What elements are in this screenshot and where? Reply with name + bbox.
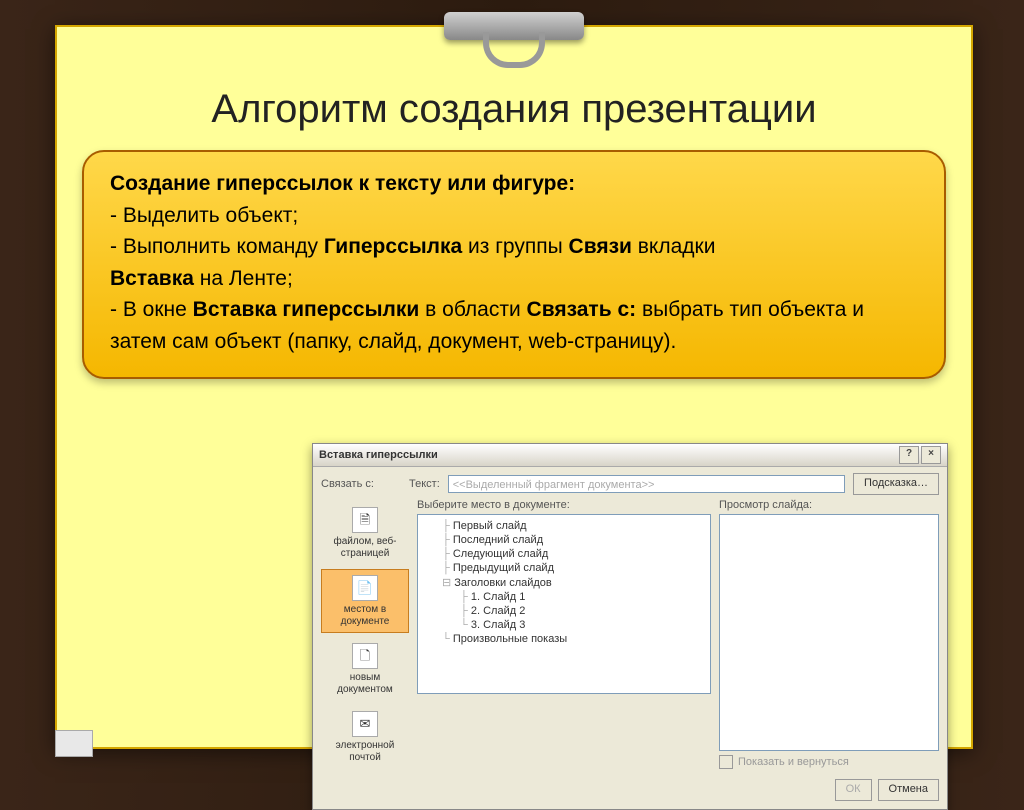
- instruction-line-2: - Выполнить команду Гиперссылка из групп…: [110, 231, 918, 263]
- tree-label: Выберите место в документе:: [417, 499, 711, 511]
- tree-node[interactable]: ├ 1. Слайд 1: [424, 590, 704, 604]
- sidebar-item-label: файлом, веб-страницей: [324, 536, 406, 559]
- email-icon: ✉: [352, 711, 378, 737]
- sidebar-item-label: электронной почтой: [324, 740, 406, 763]
- sticky-note-slide: Алгоритм создания презентации Создание г…: [55, 25, 973, 749]
- sidebar-item-email[interactable]: ✉ электронной почтой: [321, 705, 409, 769]
- tree-node[interactable]: └ 3. Слайд 3: [424, 618, 704, 632]
- link-with-label: Связать с:: [321, 478, 401, 490]
- sidebar-item-new-doc[interactable]: 🗋 новым документом: [321, 637, 409, 701]
- tree-node[interactable]: └ Произвольные показы: [424, 632, 704, 646]
- file-icon: 🗎: [352, 507, 378, 533]
- show-return-row: Показать и вернуться: [719, 751, 939, 769]
- instruction-line-1: - Выделить объект;: [110, 200, 918, 232]
- text-label: Текст:: [409, 478, 440, 490]
- sidebar-item-file-web[interactable]: 🗎 файлом, веб-страницей: [321, 501, 409, 565]
- dialog-titlebar[interactable]: Вставка гиперссылки ? ×: [313, 444, 947, 467]
- tree-node[interactable]: ├ Предыдущий слайд: [424, 561, 704, 575]
- document-place-icon: 📄: [352, 575, 378, 601]
- binder-clip: [444, 12, 584, 72]
- preview-label: Просмотр слайда:: [719, 499, 939, 511]
- sidebar-item-label: местом в документе: [324, 604, 406, 627]
- tree-node[interactable]: ├ Первый слайд: [424, 519, 704, 533]
- tree-node[interactable]: ├ Последний слайд: [424, 533, 704, 547]
- slide-title: Алгоритм создания презентации: [57, 87, 971, 132]
- instruction-heading: Создание гиперссылок к тексту или фигуре…: [110, 172, 575, 195]
- document-tree[interactable]: ├ Первый слайд ├ Последний слайд ├ Следу…: [417, 514, 711, 694]
- slide-preview: [719, 514, 939, 751]
- dialog-title: Вставка гиперссылки: [319, 444, 438, 466]
- tree-node-expandable[interactable]: ⊟ Заголовки слайдов: [424, 575, 704, 590]
- tree-node[interactable]: ├ Следующий слайд: [424, 547, 704, 561]
- new-doc-icon: 🗋: [352, 643, 378, 669]
- link-type-sidebar: 🗎 файлом, веб-страницей 📄 местом в докум…: [321, 499, 409, 769]
- sidebar-item-label: новым документом: [324, 672, 406, 695]
- help-button[interactable]: ?: [899, 446, 919, 464]
- cancel-button[interactable]: Отмена: [878, 779, 939, 801]
- tree-node[interactable]: ├ 2. Слайд 2: [424, 604, 704, 618]
- instruction-box: Создание гиперссылок к тексту или фигуре…: [82, 150, 946, 379]
- text-input[interactable]: <<Выделенный фрагмент документа>>: [448, 475, 845, 493]
- instruction-line-3: Вставка на Ленте;: [110, 263, 918, 295]
- show-return-label: Показать и вернуться: [738, 756, 849, 768]
- insert-hyperlink-dialog: Вставка гиперссылки ? × Связать с: Текст…: [312, 443, 948, 810]
- sidebar-item-place-in-doc[interactable]: 📄 местом в документе: [321, 569, 409, 633]
- hint-button[interactable]: Подсказка…: [853, 473, 939, 495]
- instruction-line-4: - В окне Вставка гиперссылки в области С…: [110, 294, 918, 357]
- ok-button[interactable]: ОК: [835, 779, 872, 801]
- close-button[interactable]: ×: [921, 446, 941, 464]
- page-corner-tab: [55, 730, 93, 757]
